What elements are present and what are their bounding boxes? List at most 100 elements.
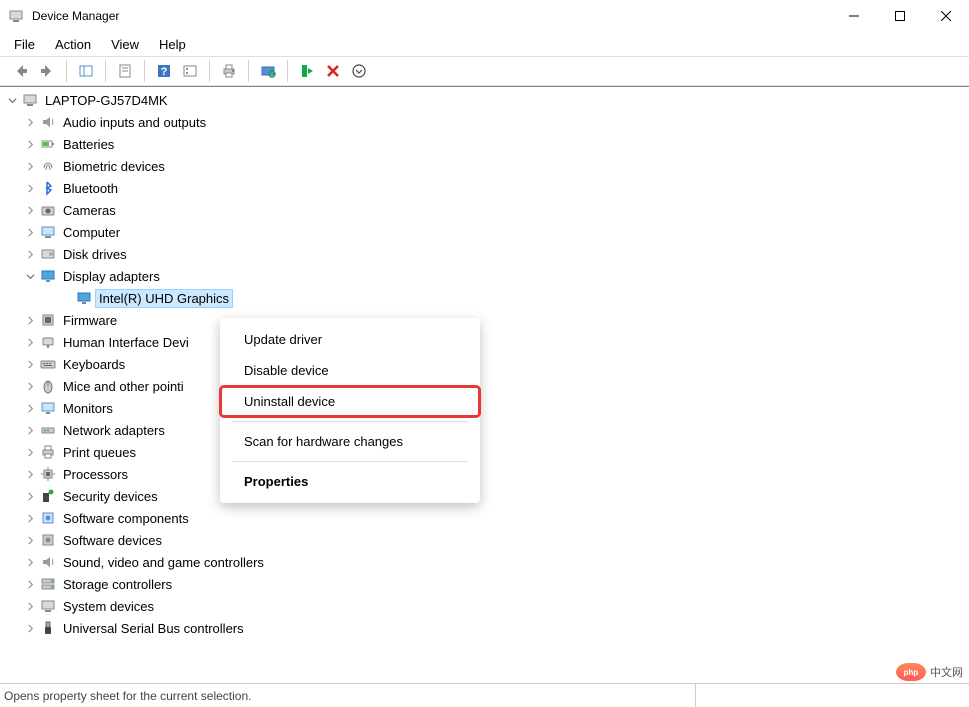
forward-button[interactable] <box>35 59 59 83</box>
expander-icon[interactable] <box>22 202 38 218</box>
cm-separator <box>232 461 468 462</box>
tree-category[interactable]: Bluetooth <box>0 177 969 199</box>
category-label[interactable]: Batteries <box>60 136 117 153</box>
disable-button[interactable] <box>321 59 345 83</box>
tree-category[interactable]: Mice and other pointi <box>0 375 969 397</box>
expander-icon[interactable] <box>22 114 38 130</box>
properties-button[interactable] <box>113 59 137 83</box>
category-label[interactable]: Human Interface Devi <box>60 334 192 351</box>
tree-category[interactable]: Software devices <box>0 529 969 551</box>
tree-category[interactable]: Keyboards <box>0 353 969 375</box>
cm-uninstall-device[interactable]: Uninstall device <box>220 386 480 417</box>
cm-scan-hardware[interactable]: Scan for hardware changes <box>220 426 480 457</box>
category-label[interactable]: System devices <box>60 598 157 615</box>
expander-icon[interactable] <box>22 378 38 394</box>
menu-help[interactable]: Help <box>149 35 196 54</box>
expander-icon[interactable] <box>22 136 38 152</box>
device-label[interactable]: Intel(R) UHD Graphics <box>96 290 232 307</box>
tree-category[interactable]: Human Interface Devi <box>0 331 969 353</box>
tree-device[interactable]: Intel(R) UHD Graphics <box>0 287 969 309</box>
tree-category[interactable]: Batteries <box>0 133 969 155</box>
expander-icon[interactable] <box>22 158 38 174</box>
expander-icon[interactable] <box>22 400 38 416</box>
menu-view[interactable]: View <box>101 35 149 54</box>
tree-category[interactable]: Computer <box>0 221 969 243</box>
tree-category[interactable]: Processors <box>0 463 969 485</box>
expander-icon[interactable] <box>22 224 38 240</box>
tree-category[interactable]: Cameras <box>0 199 969 221</box>
menu-action[interactable]: Action <box>45 35 101 54</box>
expander-icon[interactable] <box>22 488 38 504</box>
category-label[interactable]: Keyboards <box>60 356 128 373</box>
help-button[interactable]: ? <box>152 59 176 83</box>
category-label[interactable]: Sound, video and game controllers <box>60 554 267 571</box>
expander-icon[interactable] <box>22 334 38 350</box>
tree-category[interactable]: Sound, video and game controllers <box>0 551 969 573</box>
tree-category[interactable]: Disk drives <box>0 243 969 265</box>
category-label[interactable]: Mice and other pointi <box>60 378 187 395</box>
back-button[interactable] <box>9 59 33 83</box>
expander-icon[interactable] <box>22 620 38 636</box>
category-label[interactable]: Storage controllers <box>60 576 175 593</box>
root-label[interactable]: LAPTOP-GJ57D4MK <box>42 92 171 109</box>
expander-icon[interactable] <box>22 180 38 196</box>
tree-category[interactable]: Network adapters <box>0 419 969 441</box>
category-label[interactable]: Bluetooth <box>60 180 121 197</box>
expander-icon[interactable] <box>22 356 38 372</box>
scan-hardware-button[interactable] <box>256 59 280 83</box>
expander-icon[interactable] <box>22 312 38 328</box>
tree-category[interactable]: Software components <box>0 507 969 529</box>
category-label[interactable]: Software components <box>60 510 192 527</box>
tree-root[interactable]: LAPTOP-GJ57D4MK <box>0 89 969 111</box>
category-label[interactable]: Biometric devices <box>60 158 168 175</box>
expander-icon[interactable] <box>22 466 38 482</box>
tree-category[interactable]: Biometric devices <box>0 155 969 177</box>
tree-category[interactable]: Universal Serial Bus controllers <box>0 617 969 639</box>
expander-icon[interactable] <box>22 422 38 438</box>
tree-category[interactable]: Security devices <box>0 485 969 507</box>
category-label[interactable]: Audio inputs and outputs <box>60 114 209 131</box>
show-hide-tree-button[interactable] <box>74 59 98 83</box>
expander-icon[interactable] <box>22 510 38 526</box>
tree-category[interactable]: Monitors <box>0 397 969 419</box>
category-label[interactable]: Cameras <box>60 202 119 219</box>
cm-update-driver[interactable]: Update driver <box>220 324 480 355</box>
minimize-button[interactable] <box>831 0 877 32</box>
category-label[interactable]: Monitors <box>60 400 116 417</box>
expander-icon[interactable] <box>22 576 38 592</box>
category-label[interactable]: Software devices <box>60 532 165 549</box>
expander-icon[interactable] <box>22 532 38 548</box>
category-label[interactable]: Computer <box>60 224 123 241</box>
enable-button[interactable] <box>295 59 319 83</box>
disk-icon <box>40 246 56 262</box>
expander-icon[interactable] <box>22 268 38 284</box>
category-label[interactable]: Network adapters <box>60 422 168 439</box>
expander-icon[interactable] <box>22 554 38 570</box>
expander-icon[interactable] <box>22 246 38 262</box>
tree-category[interactable]: Display adapters <box>0 265 969 287</box>
category-label[interactable]: Display adapters <box>60 268 163 285</box>
close-button[interactable] <box>923 0 969 32</box>
expander-icon[interactable] <box>4 92 20 108</box>
uninstall-button[interactable] <box>347 59 371 83</box>
category-label[interactable]: Disk drives <box>60 246 130 263</box>
expander-icon[interactable] <box>22 598 38 614</box>
device-tree[interactable]: LAPTOP-GJ57D4MK Audio inputs and outputs… <box>0 86 969 683</box>
maximize-button[interactable] <box>877 0 923 32</box>
expander-icon[interactable] <box>22 444 38 460</box>
tree-category[interactable]: Print queues <box>0 441 969 463</box>
category-label[interactable]: Firmware <box>60 312 120 329</box>
print-button[interactable] <box>217 59 241 83</box>
cm-properties[interactable]: Properties <box>220 466 480 497</box>
tree-category[interactable]: Storage controllers <box>0 573 969 595</box>
tree-category[interactable]: Firmware <box>0 309 969 331</box>
action-button[interactable] <box>178 59 202 83</box>
category-label[interactable]: Processors <box>60 466 131 483</box>
category-label[interactable]: Print queues <box>60 444 139 461</box>
tree-category[interactable]: System devices <box>0 595 969 617</box>
category-label[interactable]: Security devices <box>60 488 161 505</box>
category-label[interactable]: Universal Serial Bus controllers <box>60 620 247 637</box>
tree-category[interactable]: Audio inputs and outputs <box>0 111 969 133</box>
menu-file[interactable]: File <box>4 35 45 54</box>
cm-disable-device[interactable]: Disable device <box>220 355 480 386</box>
